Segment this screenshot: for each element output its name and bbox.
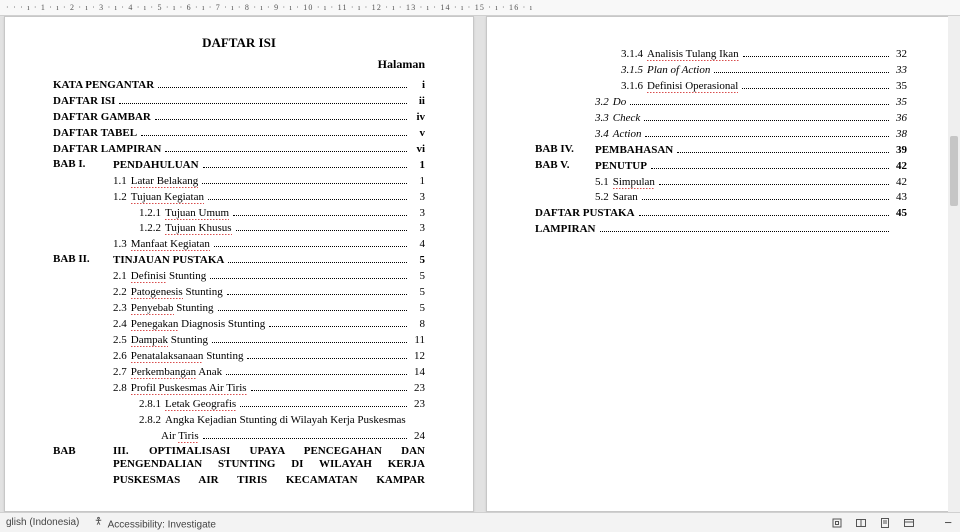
- toc-entry: DAFTAR LAMPIRANvi: [53, 142, 425, 158]
- toc-entry: PEMBAHASAN39: [595, 143, 907, 159]
- toc-entry: 1.3Manfaat Kegiatan4: [53, 237, 425, 253]
- toc-entry: 3.1.6Definisi Operasional35: [535, 79, 907, 95]
- toc-entry: PENUTUP42: [595, 159, 907, 175]
- print-layout-icon[interactable]: [878, 516, 892, 530]
- toc-entry: DAFTAR GAMBARiv: [53, 110, 425, 126]
- toc-entry: 5.2Saran43: [535, 190, 907, 206]
- halaman-label: Halaman: [53, 57, 425, 72]
- language-status[interactable]: glish (Indonesia): [6, 517, 79, 528]
- toc-entry: 2.8.1Letak Geografis23: [53, 397, 425, 413]
- toc-entry: 1.2Tujuan Kegiatan3: [53, 190, 425, 206]
- toc-entry: Air Tiris24: [53, 429, 425, 445]
- toc-entry: LAMPIRAN: [535, 222, 907, 238]
- toc-entry: 2.2Patogenesis Stunting5: [53, 285, 425, 301]
- toc-entries-right: 3.1.4Analisis Tulang Ikan323.1.5Plan of …: [535, 47, 907, 238]
- toc-entry: 3.1.4Analisis Tulang Ikan32: [535, 47, 907, 63]
- toc-entry: DAFTAR ISIii: [53, 94, 425, 110]
- bab3-block: BABIII.OPTIMALISASI UPAYA PENCEGAHAN DAN…: [53, 445, 425, 489]
- zoom-out-minus[interactable]: −: [942, 515, 954, 530]
- read-mode-icon[interactable]: [854, 516, 868, 530]
- toc-entry: PENDAHULUAN1: [113, 158, 425, 174]
- toc-entry: 1.1Latar Belakang1: [53, 174, 425, 190]
- toc-entry: DAFTAR PUSTAKA45: [535, 206, 907, 222]
- toc-entry: 2.4Penegakan Diagnosis Stunting8: [53, 317, 425, 333]
- scroll-thumb[interactable]: [950, 136, 958, 206]
- toc-entry: 3.2Do35: [535, 95, 907, 111]
- page-right: 3.1.4Analisis Tulang Ikan323.1.5Plan of …: [486, 16, 956, 512]
- toc-entry: 2.1Definisi Stunting5: [53, 269, 425, 285]
- toc-entry: KATA PENGANTARi: [53, 78, 425, 94]
- page-left: DAFTAR ISI Halaman KATA PENGANTARiDAFTAR…: [4, 16, 474, 512]
- web-layout-icon[interactable]: [902, 516, 916, 530]
- document-area: DAFTAR ISI Halaman KATA PENGANTARiDAFTAR…: [0, 16, 960, 512]
- toc-entries-left: KATA PENGANTARiDAFTAR ISIiiDAFTAR GAMBAR…: [53, 78, 425, 445]
- toc-entry: 2.6Penatalaksanaan Stunting12: [53, 349, 425, 365]
- toc-entry: 2.8Profil Puskesmas Air Tiris23: [53, 381, 425, 397]
- vertical-scrollbar[interactable]: [948, 16, 960, 512]
- horizontal-ruler: · · · ı · 1 · ı · 2 · ı · 3 · ı · 4 · ı …: [0, 0, 960, 16]
- focus-mode-icon[interactable]: [830, 516, 844, 530]
- toc-entry: 3.3Check36: [535, 111, 907, 127]
- toc-entry: 2.7Perkembangan Anak14: [53, 365, 425, 381]
- status-bar: glish (Indonesia) Accessibility: Investi…: [0, 512, 960, 532]
- toc-title: DAFTAR ISI: [53, 35, 425, 51]
- toc-entry: 1.2.1Tujuan Umum3: [53, 206, 425, 222]
- toc-entry: TINJAUAN PUSTAKA5: [113, 253, 425, 269]
- toc-entry: 1.2.2Tujuan Khusus3: [53, 221, 425, 237]
- toc-entry: 5.1Simpulan42: [535, 175, 907, 191]
- accessibility-status[interactable]: Accessibility: Investigate: [91, 515, 216, 531]
- toc-entry: DAFTAR TABELv: [53, 126, 425, 142]
- toc-entry: 3.4Action38: [535, 127, 907, 143]
- ruler-markings: · · · ı · 1 · ı · 2 · ı · 3 · ı · 4 · ı …: [6, 3, 533, 12]
- toc-entry: 2.5Dampak Stunting11: [53, 333, 425, 349]
- accessibility-icon: [91, 515, 105, 529]
- toc-entry: 3.1.5Plan of Action33: [535, 63, 907, 79]
- toc-entry: 2.3Penyebab Stunting5: [53, 301, 425, 317]
- toc-entry: 2.8.2Angka Kejadian Stunting di Wilayah …: [53, 413, 425, 429]
